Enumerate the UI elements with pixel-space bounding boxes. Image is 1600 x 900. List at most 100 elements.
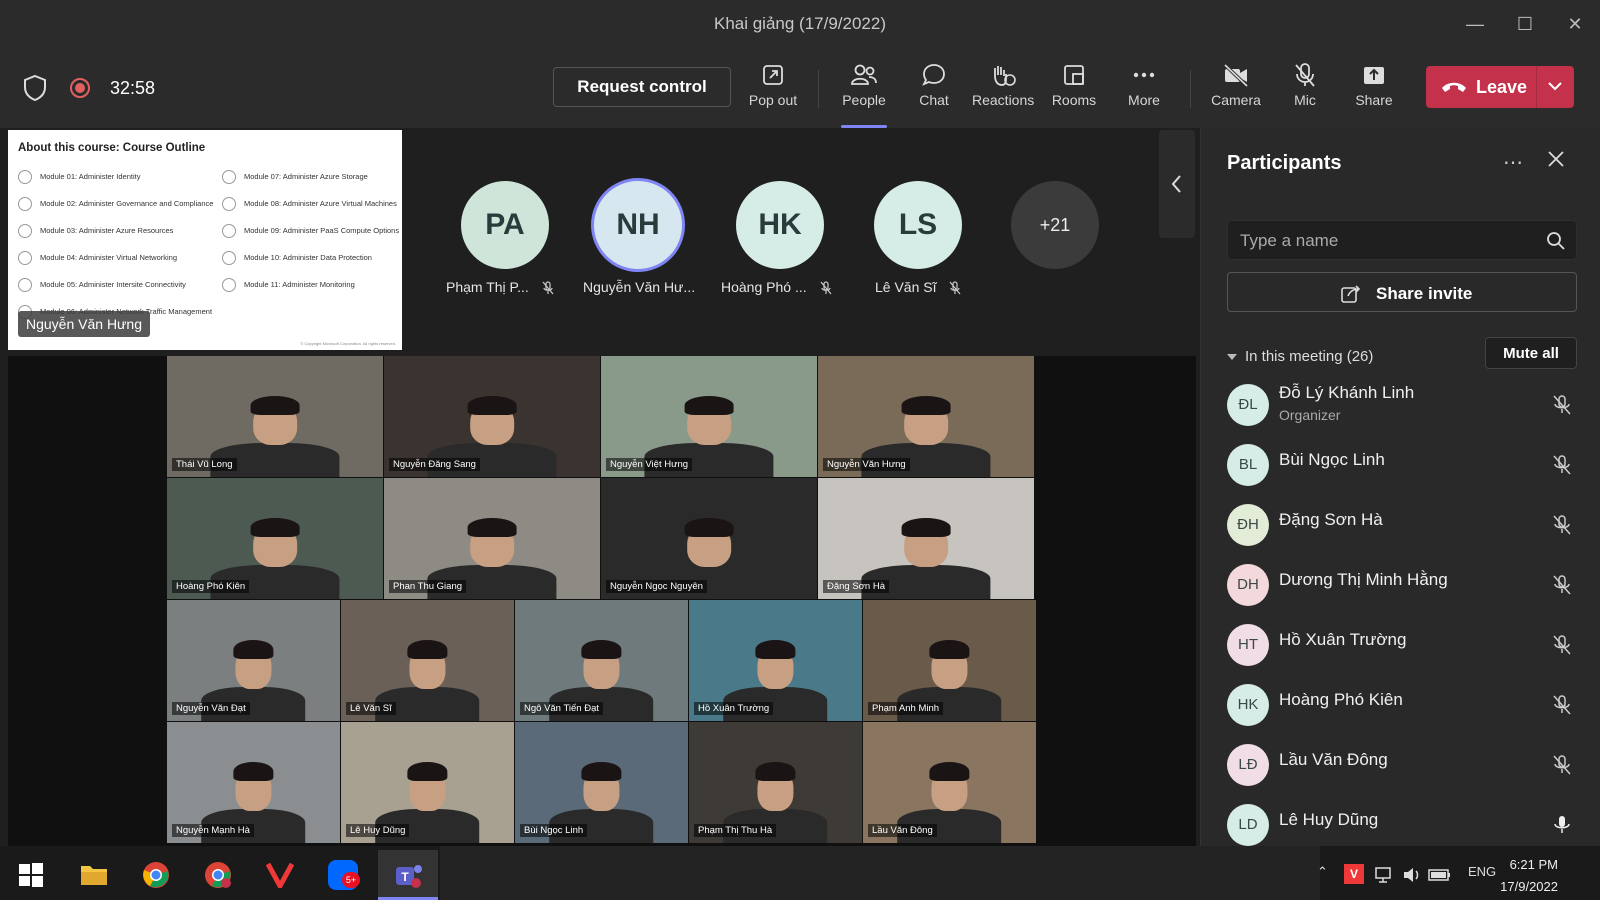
people-button[interactable]: People [833,62,895,128]
volume-icon[interactable] [1402,866,1422,884]
video-tile[interactable]: Lê Huy Dũng [341,722,514,843]
search-input[interactable] [1240,229,1530,253]
video-tile[interactable]: Nguyễn Mạnh Hà [167,722,340,843]
mic-off-icon[interactable] [1551,394,1573,416]
mic-off-icon[interactable] [1551,574,1573,596]
participant-row[interactable]: HT Hồ Xuân Trường [1227,618,1577,674]
maximize-button[interactable]: ☐ [1510,10,1540,38]
video-tile[interactable]: Nguyễn Ngọc Nguyên [601,478,817,599]
close-window-button[interactable]: ✕ [1560,10,1590,38]
video-tile[interactable]: Nguyễn Văn Hưng [818,356,1034,477]
tile-name: Đặng Sơn Hà [823,580,889,593]
chat-label: Chat [919,92,949,108]
rooms-button[interactable]: Rooms [1043,62,1105,122]
video-tile[interactable]: Nguyễn Đăng Sang [384,356,600,477]
svg-text:T: T [401,870,409,884]
video-tile[interactable]: Thái Vũ Long [167,356,383,477]
collapse-strip-button[interactable] [1159,130,1195,238]
participant-hair [581,639,622,659]
mic-off-icon[interactable] [1551,454,1573,476]
network-icon[interactable] [1374,866,1396,884]
in-meeting-section[interactable]: In this meeting (26) [1227,348,1373,365]
title-bar: Khai giảng (17/9/2022) — ☐ ✕ [0,0,1600,48]
avatar[interactable]: PA [461,181,549,269]
in-meeting-label: In this meeting (26) [1245,348,1374,365]
video-tile[interactable]: Ngô Văn Tiến Đạt [515,600,688,721]
slide-title: About this course: Course Outline [18,142,206,154]
language-indicator[interactable]: ENG [1468,864,1496,879]
slide-module: Module 02: Administer Governance and Com… [18,197,213,211]
tray-overflow-icon[interactable]: ⌃ [1317,864,1328,880]
participant-hair [901,517,951,537]
minimize-button[interactable]: — [1460,10,1490,38]
video-tile[interactable]: Phạm Thị Thu Hà [689,722,862,843]
chrome-profile-icon[interactable] [204,861,232,889]
video-tile[interactable]: Lê Văn Sĩ [341,600,514,721]
video-tile[interactable]: Đặng Sơn Hà [818,478,1034,599]
mute-all-button[interactable]: Mute all [1485,337,1577,369]
mic-off-icon[interactable] [1551,514,1573,536]
participant-search[interactable] [1227,220,1577,260]
tile-name: Bùi Ngọc Linh [520,824,588,837]
mic-button[interactable]: Mic [1274,62,1336,122]
share-invite-button[interactable]: Share invite [1227,272,1577,312]
phone-hangup-icon [1442,82,1466,92]
slide-module: Module 03: Administer Azure Resources [18,224,173,238]
mic-off-icon [542,281,554,295]
participant-row[interactable]: ĐH Đặng Sơn Hà [1227,498,1577,554]
share-button[interactable]: Share [1343,62,1405,122]
camera-button[interactable]: Camera [1205,62,1267,122]
teams-taskbar-button[interactable]: T [378,850,438,900]
overflow-avatars[interactable]: +21 [1011,181,1099,269]
more-options-icon[interactable]: ⋯ [1503,150,1523,175]
windows-start-icon[interactable] [18,862,44,888]
vivaldi-tray-icon[interactable]: V [1344,864,1364,884]
participant-row[interactable]: ĐL Đỗ Lý Khánh Linh Organizer [1227,378,1577,434]
participant-row[interactable]: DH Dương Thị Minh Hằng [1227,558,1577,614]
avatar[interactable]: LS [874,181,962,269]
participant-hair [581,761,622,781]
zalo-icon[interactable]: 5+ [328,860,360,890]
clock-time: 6:21 PM [1509,857,1558,872]
leave-button[interactable]: Leave [1426,66,1574,108]
mic-off-icon[interactable] [1551,634,1573,656]
participant-row[interactable]: HK Hoàng Phó Kiên [1227,678,1577,734]
shield-icon[interactable] [22,74,48,102]
pop-out-button[interactable]: Pop out [742,62,804,122]
avatar-speaking[interactable]: NH [594,181,682,269]
participant-row[interactable]: BL Bùi Ngọc Linh [1227,438,1577,494]
video-tile[interactable]: Bùi Ngọc Linh [515,722,688,843]
video-tile[interactable]: Hoàng Phó Kiên [167,478,383,599]
slide-module: Module 11: Administer Monitoring [222,278,355,292]
video-tile[interactable]: Hồ Xuân Trường [689,600,862,721]
participant-row[interactable]: LĐ Lầu Văn Đông [1227,738,1577,794]
request-control-button[interactable]: Request control [553,67,731,107]
more-button[interactable]: More [1113,62,1175,122]
chat-button[interactable]: Chat [903,62,965,122]
toolbar-divider [818,70,819,108]
module-icon [222,197,236,211]
module-icon [18,170,32,184]
mic-off-icon[interactable] [1551,694,1573,716]
close-icon[interactable] [1545,148,1567,170]
clock[interactable]: 6:21 PM 17/9/2022 [1498,854,1558,898]
battery-icon[interactable] [1428,867,1452,883]
chevron-down-icon[interactable] [1546,76,1564,96]
reactions-button[interactable]: Reactions [972,62,1034,122]
tile-name: Nguyễn Mạnh Hà [172,824,254,837]
module-icon [222,170,236,184]
share-label: Share [1355,92,1393,108]
video-tile[interactable]: Phan Thu Giang [384,478,600,599]
video-tile[interactable]: Nguyễn Việt Hưng [601,356,817,477]
mic-icon[interactable] [1551,814,1573,836]
shared-screen[interactable]: About this course: Course Outline Module… [8,130,402,350]
tile-name: Lê Huy Dũng [346,824,410,837]
avatar[interactable]: HK [736,181,824,269]
video-tile[interactable]: Lầu Văn Đông [863,722,1036,843]
vivaldi-icon[interactable] [266,862,294,888]
video-tile[interactable]: Nguyễn Văn Đạt [167,600,340,721]
file-explorer-icon[interactable] [80,862,108,886]
mic-off-icon[interactable] [1551,754,1573,776]
chrome-icon[interactable] [142,861,170,889]
video-tile[interactable]: Phạm Anh Minh [863,600,1036,721]
